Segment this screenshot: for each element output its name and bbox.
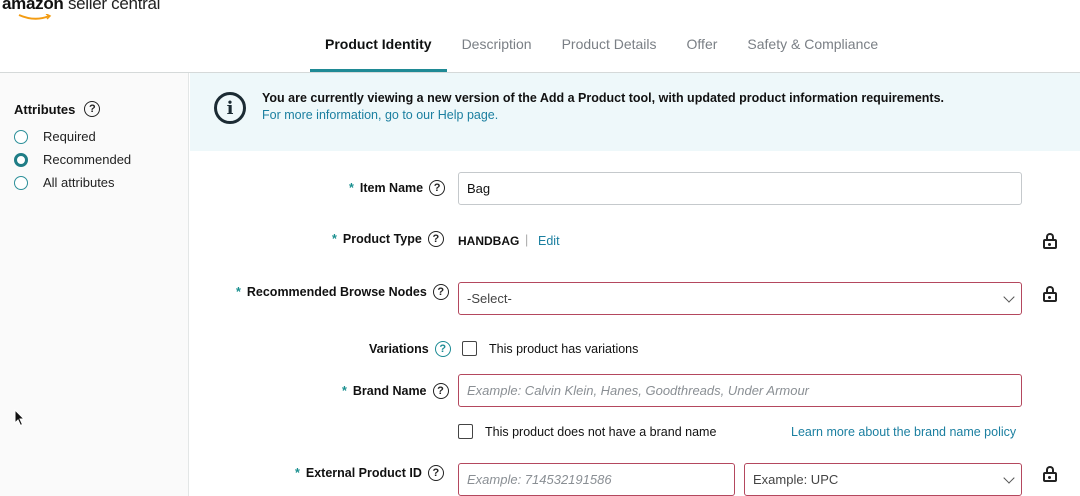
variations-checkbox-label: This product has variations xyxy=(489,342,639,356)
brand-name-input[interactable]: Example: Calvin Klein, Hanes, Goodthread… xyxy=(458,374,1022,407)
amazon-smile-icon xyxy=(18,14,52,20)
field-label: Product Type xyxy=(342,232,422,246)
banner-message: You are currently viewing a new version … xyxy=(262,91,945,105)
required-asterisk: * xyxy=(332,232,337,246)
chevron-down-icon xyxy=(1003,472,1015,484)
tab-description[interactable]: Description xyxy=(447,26,547,72)
brand-name-label: * Brand Name ? xyxy=(342,383,449,399)
info-banner: i You are currently viewing a new versio… xyxy=(190,73,1080,151)
field-label: Variations xyxy=(369,342,429,356)
field-label: Brand Name xyxy=(352,384,427,398)
no-brand-label: This product does not have a brand name xyxy=(485,425,717,439)
logo-product: seller central xyxy=(67,0,161,13)
radio-required[interactable]: Required xyxy=(14,129,96,144)
attributes-title: Attributes xyxy=(14,101,76,117)
radio-recommended[interactable]: Recommended xyxy=(14,152,131,167)
tab-product-details[interactable]: Product Details xyxy=(547,26,672,72)
required-asterisk: * xyxy=(236,285,241,299)
required-asterisk: * xyxy=(295,466,300,480)
lock-icon xyxy=(1043,466,1057,482)
item-name-label: * Item Name ? xyxy=(349,180,446,196)
info-icon: i xyxy=(214,92,246,124)
external-product-id-label: * External Product ID ? xyxy=(295,465,444,481)
product-type-value: HANDBAG xyxy=(458,234,520,248)
separator: | xyxy=(525,233,529,247)
field-label: Item Name xyxy=(359,181,424,195)
lock-icon xyxy=(1043,286,1057,302)
variations-label: Variations ? xyxy=(369,341,451,357)
lock-icon xyxy=(1043,233,1057,249)
external-product-id-input[interactable]: Example: 714532191586 xyxy=(458,463,735,496)
tab-safety-compliance[interactable]: Safety & Compliance xyxy=(732,26,893,72)
no-brand-checkbox[interactable] xyxy=(458,424,473,439)
radio-label: All attributes xyxy=(43,175,115,190)
help-page-link[interactable]: For more information, go to our Help pag… xyxy=(262,108,498,122)
top-bar: amazon seller central xyxy=(0,0,1080,20)
radio-label: Recommended xyxy=(43,152,132,167)
help-icon[interactable]: ? xyxy=(432,383,449,399)
logo-brand: amazon xyxy=(2,0,64,13)
brand-name-placeholder: Example: Calvin Klein, Hanes, Goodthread… xyxy=(467,383,810,398)
browse-nodes-select[interactable]: -Select- xyxy=(458,282,1022,315)
radio-button-icon[interactable] xyxy=(14,129,28,144)
radio-label: Required xyxy=(43,129,96,144)
help-icon[interactable]: ? xyxy=(429,180,446,196)
product-tabs: Product Identity Description Product Det… xyxy=(310,26,893,72)
variations-checkbox[interactable] xyxy=(462,341,477,356)
required-asterisk: * xyxy=(349,181,354,195)
item-name-input[interactable]: Bag xyxy=(458,172,1022,205)
brand-name-policy-link[interactable]: Learn more about the brand name policy xyxy=(791,425,1016,439)
radio-button-icon[interactable] xyxy=(14,175,28,190)
edit-product-type-link[interactable]: Edit xyxy=(538,234,560,248)
external-id-placeholder: Example: 714532191586 xyxy=(467,472,612,487)
help-icon[interactable]: ? xyxy=(427,465,444,481)
product-type-label: * Product Type ? xyxy=(332,231,444,247)
help-icon[interactable]: ? xyxy=(427,231,444,247)
select-value: Example: UPC xyxy=(753,472,839,487)
tab-product-identity[interactable]: Product Identity xyxy=(310,26,447,72)
help-icon[interactable]: ? xyxy=(434,341,451,357)
field-label: Recommended Browse Nodes xyxy=(246,285,427,299)
item-name-value: Bag xyxy=(467,181,491,196)
browse-nodes-label: * Recommended Browse Nodes ? xyxy=(236,284,449,300)
amazon-seller-central-logo[interactable]: amazon seller central xyxy=(2,0,160,14)
mouse-cursor-icon xyxy=(14,409,26,427)
chevron-down-icon xyxy=(1003,291,1015,303)
help-icon[interactable]: ? xyxy=(84,101,101,117)
select-value: -Select- xyxy=(467,291,512,306)
external-id-type-select[interactable]: Example: UPC xyxy=(744,463,1022,496)
radio-all-attributes[interactable]: All attributes xyxy=(14,175,115,190)
radio-button-selected-icon[interactable] xyxy=(14,152,28,167)
attributes-heading: Attributes ? xyxy=(14,101,101,117)
tab-offer[interactable]: Offer xyxy=(672,26,733,72)
required-asterisk: * xyxy=(342,384,347,398)
attributes-sidebar: Attributes ? Required Recommended All at… xyxy=(0,73,189,496)
help-icon[interactable]: ? xyxy=(432,284,449,300)
field-label: External Product ID xyxy=(305,466,422,480)
